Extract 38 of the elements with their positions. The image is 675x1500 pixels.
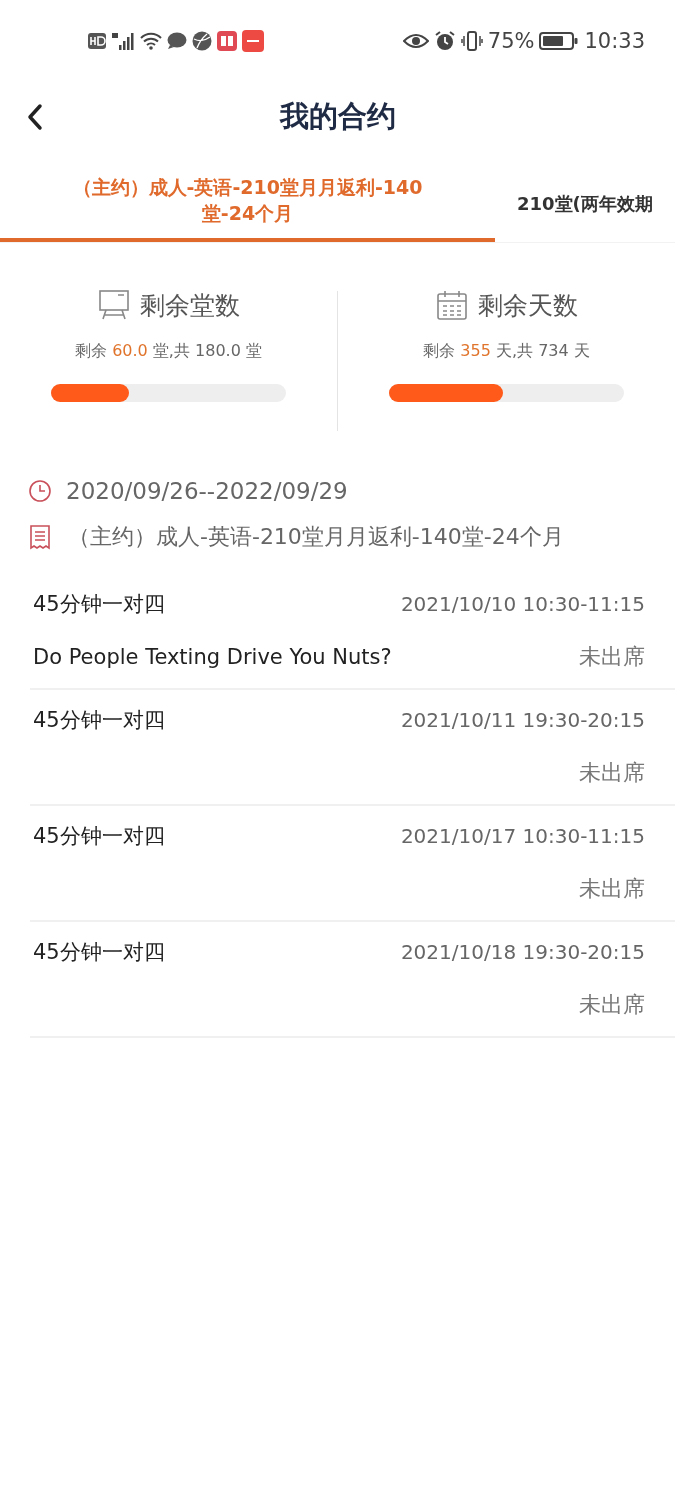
- session-time: 2021/10/10 10:30-11:15: [400, 592, 645, 616]
- vibrate-icon: [460, 30, 483, 52]
- battery-percent: 75%: [487, 29, 535, 53]
- session-time: 2021/10/17 10:30-11:15: [400, 824, 645, 848]
- contract-tab[interactable]: 210堂(两年效期: [495, 162, 653, 242]
- contract-period: 2020/09/26--2022/09/29: [66, 478, 348, 504]
- stat-title: 剩余天数: [477, 289, 578, 322]
- calendar-icon: [435, 289, 468, 321]
- receipt-icon: [28, 524, 52, 550]
- whiteboard-icon: [97, 289, 130, 321]
- attendance-status: 未出席: [579, 643, 645, 671]
- clock-icon: [28, 479, 52, 503]
- hd-icon: [88, 32, 106, 50]
- session-type: 45分钟一对四: [33, 707, 165, 734]
- page-title: 我的合约: [279, 98, 396, 135]
- status-time: 10:33: [584, 29, 645, 53]
- battery-icon: [539, 31, 580, 51]
- alarm-icon: [433, 30, 456, 52]
- chat-icon: [167, 32, 187, 50]
- signal-icon: [111, 31, 135, 51]
- eye-icon: [402, 32, 429, 50]
- stat-summary: 剩余 60.0 堂,共 180.0 堂: [75, 341, 262, 362]
- book-app-icon: [217, 31, 237, 51]
- session-type: 45分钟一对四: [33, 823, 165, 850]
- wifi-icon: [140, 32, 162, 50]
- globe-icon: [192, 31, 212, 51]
- session-topic: Do People Texting Drive You Nuts?: [33, 645, 392, 669]
- session-type: 45分钟一对四: [33, 939, 165, 966]
- session-type: 45分钟一对四: [33, 591, 165, 618]
- attendance-status: 未出席: [579, 759, 645, 787]
- contract-name: （主约）成人-英语-210堂月月返利-140堂-24个月: [68, 523, 564, 551]
- session-time: 2021/10/18 19:30-20:15: [400, 940, 645, 964]
- attendance-status: 未出席: [579, 875, 645, 903]
- stat-title: 剩余堂数: [139, 289, 240, 322]
- attendance-status: 未出席: [579, 991, 645, 1019]
- session-time: 2021/10/11 19:30-20:15: [400, 708, 645, 732]
- store-app-icon: [242, 30, 264, 52]
- stat-summary: 剩余 355 天,共 734 天: [423, 341, 590, 362]
